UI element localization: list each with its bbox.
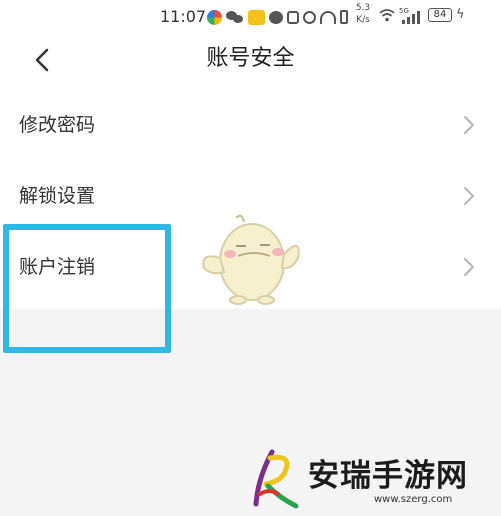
phone-vibrate-icon <box>340 10 348 24</box>
network-speed-value: 5.3 <box>355 3 371 13</box>
app-header: 账号安全 <box>0 36 501 90</box>
settings-item-label: 解锁设置 <box>19 185 96 207</box>
watermark-url: www.szerg.com <box>374 494 453 505</box>
highlight-box <box>3 224 171 353</box>
wechat-icon <box>226 10 244 24</box>
chevron-right-icon <box>462 256 476 278</box>
watermark-logo-icon <box>253 449 299 509</box>
signal-icon <box>402 10 422 24</box>
watermark-title: 安瑞手游网 <box>308 458 468 494</box>
chevron-right-icon <box>462 185 476 207</box>
watermark: 安瑞手游网 www.szerg.com <box>250 448 500 512</box>
headphones-icon <box>320 10 336 24</box>
colorful-app-icon <box>207 9 222 25</box>
status-bar: 11:07 5.3 K/s 5G 84 ϟ <box>0 0 501 36</box>
nfc-icon <box>287 10 299 24</box>
chevron-right-icon <box>462 114 476 136</box>
crown-icon <box>248 9 265 25</box>
wifi-icon <box>379 9 395 22</box>
status-time: 11:07 <box>160 7 207 26</box>
page-title: 账号安全 <box>206 46 295 71</box>
status-icons <box>207 8 348 26</box>
battery-icon: 84 <box>428 8 452 22</box>
settings-item-change-password[interactable]: 修改密码 <box>0 90 501 161</box>
settings-item-label: 修改密码 <box>19 114 96 136</box>
chat-bubble-icon <box>269 10 283 24</box>
mascot-illustration <box>202 214 300 305</box>
charging-icon: ϟ <box>456 7 465 22</box>
alarm-icon <box>303 10 316 24</box>
network-speed-unit: K/s <box>356 15 370 25</box>
